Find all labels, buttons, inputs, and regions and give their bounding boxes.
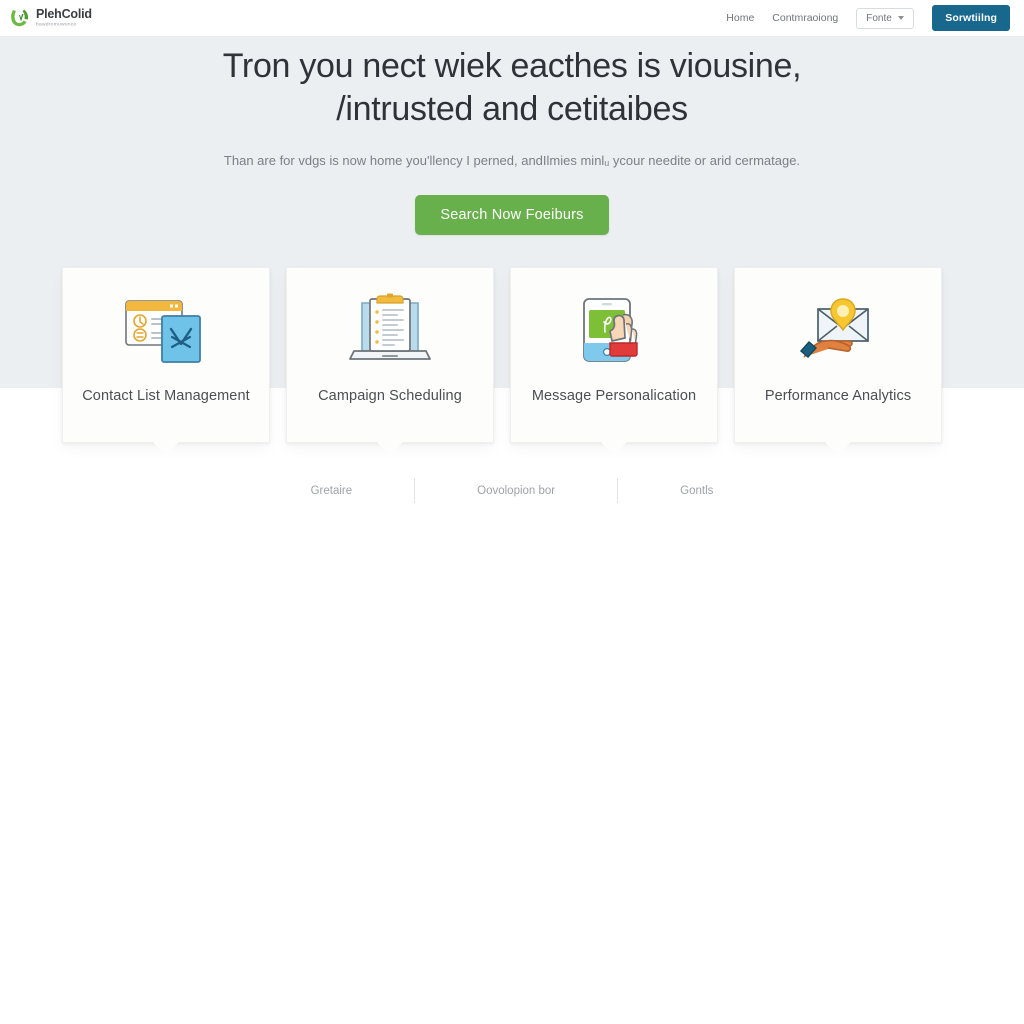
footer-link-1[interactable]: Gretaire [249,485,415,497]
contact-list-icon [118,288,214,374]
feature-card-message-personalization[interactable]: Message Personalication [510,267,718,443]
feature-card-label: Performance Analytics [764,388,912,404]
hero-title-line-2: /intrusted and cetitaibes [336,90,688,128]
hero-search-button[interactable]: Search Now Foeiburs [415,195,609,235]
language-select-value: Fonte [866,12,892,24]
language-select[interactable]: Fonte [856,7,915,29]
feature-card-campaign-scheduling[interactable]: Campaign Scheduling [286,267,494,443]
feature-card-list: Contact List Management Campaign Schedul… [62,267,963,443]
chevron-down-icon [897,16,904,20]
site-header: PlehColid bawdromuwunce Home Contmraoion… [0,0,1024,37]
hero-title-line-1: Tron you nect wiek eacthes is viousine, [222,47,802,85]
feature-card-performance-analytics[interactable]: Performance Analytics [734,267,942,443]
primary-nav: Home Contmraoiong Fonte Sorwtiilng [726,5,1010,31]
brand-name: PlehColid [36,7,92,22]
brand-tagline: bawdromuwunce [36,21,77,28]
hero-section: Tron you nect wiek eacthes is viousine, … [0,37,1024,235]
feature-card-contact-list[interactable]: Contact List Management [62,267,270,443]
footer-link-bar: Gretaire Oovolopion bor Gontls [0,478,1024,503]
leaf-logo-icon [11,9,29,27]
page-root: PlehColid bawdromuwunce Home Contmraoion… [0,0,1024,1024]
hero-title: Tron you nect wiek eacthes is viousine, … [0,45,1024,131]
brand-logo[interactable]: PlehColid bawdromuwunce [9,7,92,29]
feature-card-label: Campaign Scheduling [318,388,462,404]
message-personalization-icon [566,288,662,374]
nav-item-campaigns[interactable]: Contmraoiong [772,12,838,24]
header-cta-button[interactable]: Sorwtiilng [932,5,1010,31]
hero-subtitle: Than are for vdgs is now home you'llency… [223,153,801,168]
feature-card-label: Message Personalication [531,388,697,404]
nav-item-home[interactable]: Home [726,12,754,24]
campaign-schedule-icon [342,288,438,374]
footer-link-3[interactable]: Gontls [618,485,775,497]
footer-link-2[interactable]: Oovolopion bor [415,485,617,497]
performance-analytics-icon [790,288,886,374]
feature-card-label: Contact List Management [82,388,250,404]
brand-text-group: PlehColid bawdromuwunce [36,8,92,28]
